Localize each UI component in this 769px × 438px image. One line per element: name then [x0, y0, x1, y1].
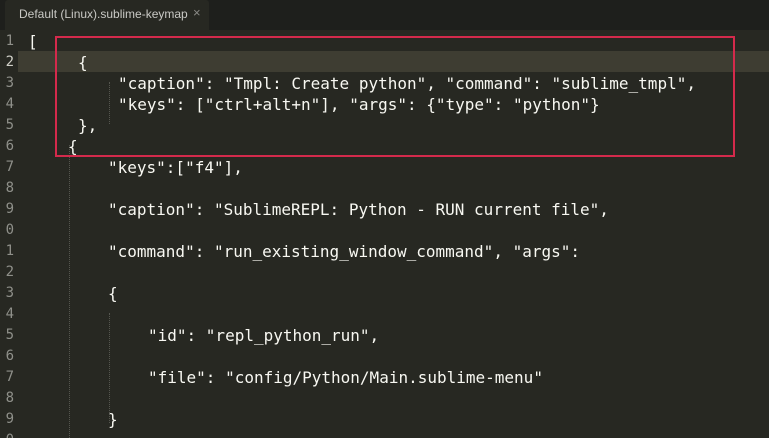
line-number: 0 [5, 222, 14, 238]
current-line-highlight [18, 51, 769, 72]
line-number: 6 [5, 138, 14, 154]
code-line: { [78, 53, 88, 72]
code-line: "file": "config/Python/Main.sublime-menu… [148, 368, 543, 387]
line-number: 4 [5, 306, 14, 322]
line-number: 3 [5, 285, 14, 301]
code-line: [ [28, 32, 38, 51]
code-editor[interactable]: [ { "caption": "Tmpl: Create python", "c… [18, 30, 769, 438]
line-number: 1 [5, 243, 14, 259]
code-line: } [108, 410, 118, 429]
line-number: 0 [6, 430, 14, 438]
code-line: "caption": "SublimeREPL: Python - RUN cu… [108, 200, 609, 219]
code-line: "keys":["f4"], [108, 158, 243, 177]
indent-guide [109, 313, 110, 423]
code-line: "id": "repl_python_run", [148, 326, 380, 345]
close-icon[interactable]: × [193, 5, 201, 20]
code-line: "caption": "Tmpl: Create python", "comma… [118, 74, 696, 93]
tab-default-linux-keymap[interactable]: Default (Linux).sublime-keymap × [5, 0, 209, 30]
line-number: 5 [5, 117, 14, 133]
code-line: }, [78, 116, 98, 135]
code-line: "keys": ["ctrl+alt+n"], "args": {"type":… [118, 95, 600, 114]
line-number: 6 [5, 348, 14, 364]
line-number: 5 [5, 327, 14, 343]
indent-guide [69, 145, 70, 438]
line-number: 7 [5, 369, 14, 385]
line-number: 3 [5, 75, 14, 91]
code-line: { [108, 284, 118, 303]
line-number: 7 [5, 159, 14, 175]
line-number: 9 [5, 411, 14, 427]
line-number: 8 [5, 390, 14, 406]
sublime-text-window: Default (Linux).sublime-keymap × 1 2 3 4… [0, 0, 769, 438]
line-number: 4 [5, 96, 14, 112]
line-number: 9 [5, 201, 14, 217]
line-number: 1 [5, 33, 14, 49]
tab-title: Default (Linux).sublime-keymap [19, 7, 188, 21]
code-line: "command": "run_existing_window_command"… [108, 242, 581, 261]
line-number: 8 [5, 180, 14, 196]
tab-bar: Default (Linux).sublime-keymap × [0, 0, 769, 30]
code-line: { [68, 137, 78, 156]
line-number: 2 [5, 54, 14, 70]
indent-guide [109, 82, 110, 124]
line-number: 2 [5, 264, 14, 280]
line-number-gutter: 1 2 3 4 5 6 7 8 9 0 1 2 3 4 5 6 7 8 9 0 [0, 30, 18, 438]
